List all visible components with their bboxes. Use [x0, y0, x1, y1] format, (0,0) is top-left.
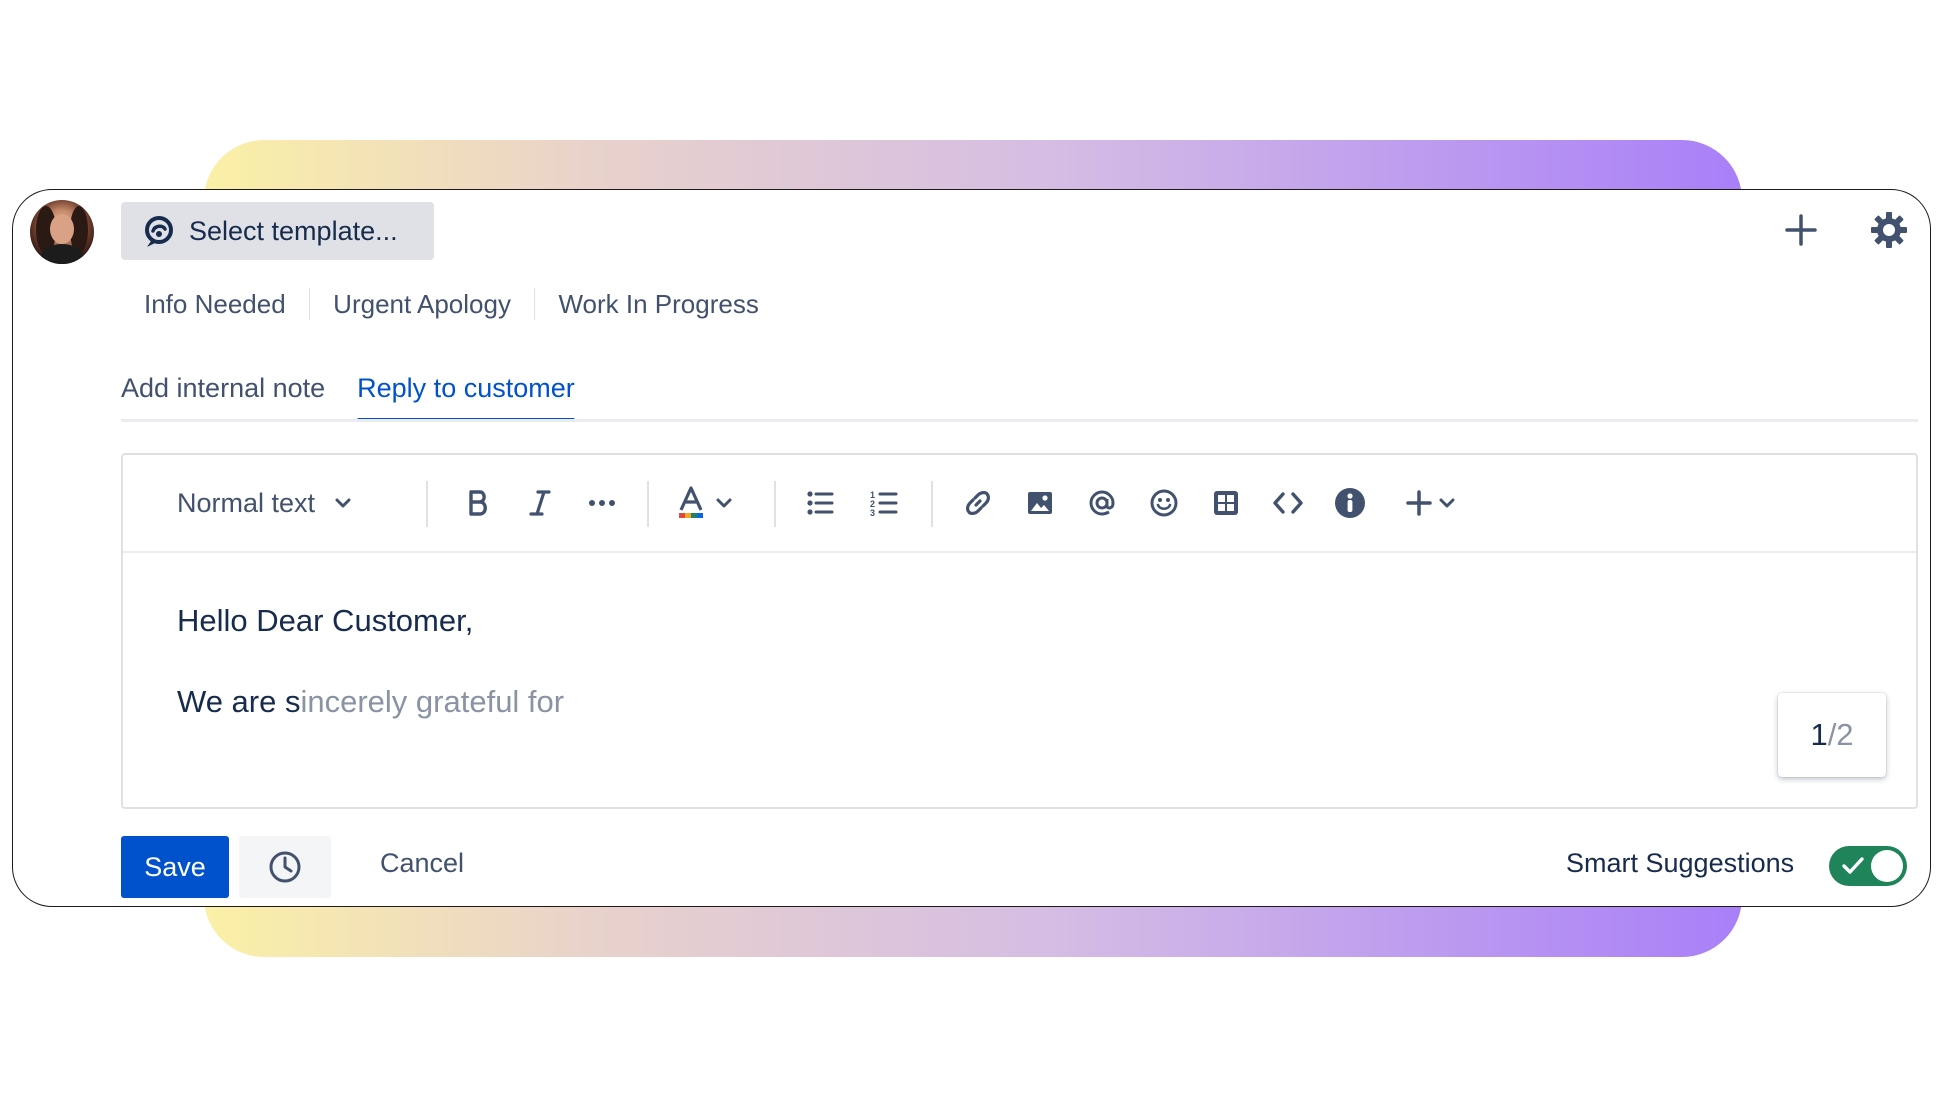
divider [647, 481, 649, 527]
smart-suggestions-label: Smart Suggestions [1566, 848, 1795, 878]
quick-template-urgent-apology[interactable]: Urgent Apology [310, 289, 534, 320]
text-style-label: Normal text [177, 487, 316, 518]
quick-templates: Info Needed Urgent Apology Work In Progr… [140, 288, 782, 320]
insert-icon[interactable] [1399, 483, 1463, 523]
plus-icon[interactable] [1781, 210, 1821, 250]
text-style-dropdown[interactable]: Normal text [177, 483, 355, 523]
select-template-label: Select template... [189, 215, 398, 246]
image-icon[interactable] [1019, 483, 1061, 523]
editor-line: Hello Dear Customer, [177, 603, 474, 638]
quick-template-work-in-progress[interactable]: Work In Progress [535, 289, 781, 320]
table-icon[interactable] [1205, 483, 1247, 523]
smart-suggestions-toggle[interactable] [1829, 846, 1907, 886]
divider [774, 481, 776, 527]
gear-icon[interactable] [1869, 210, 1909, 250]
schedule-button[interactable] [239, 836, 331, 898]
link-icon[interactable] [957, 483, 999, 523]
mention-icon[interactable] [1081, 483, 1123, 523]
tab-reply-to-customer[interactable]: Reply to customer [357, 370, 575, 422]
info-icon[interactable] [1329, 483, 1371, 523]
editor-content[interactable]: Hello Dear Customer, We are sincerely gr… [177, 601, 564, 722]
bullet-list-icon[interactable] [799, 483, 841, 523]
editor-toolbar: Normal text 123 [123, 455, 1916, 553]
editor-line: We are sincerely grateful for [177, 682, 564, 722]
save-button[interactable]: Save [121, 836, 229, 898]
chevron-down-icon [716, 498, 732, 508]
check-icon [1842, 857, 1864, 874]
text-color-icon[interactable] [673, 483, 737, 523]
suggestion-index: 1 [1810, 717, 1828, 752]
numbered-list-icon[interactable]: 123 [863, 483, 905, 523]
cancel-button[interactable]: Cancel [380, 848, 464, 879]
toggle-knob [1871, 850, 1903, 882]
typed-text: We are s [177, 684, 301, 719]
clock-icon [269, 851, 301, 883]
suggestion-text[interactable]: incerely grateful for [300, 684, 564, 719]
chevron-down-icon [335, 498, 351, 508]
suggestion-counter[interactable]: 1/2 [1778, 693, 1886, 777]
avatar [30, 200, 94, 264]
tabs-divider [121, 419, 1918, 422]
bold-icon[interactable] [457, 483, 499, 523]
suggestion-total: /2 [1827, 717, 1854, 752]
italic-icon[interactable] [519, 483, 561, 523]
divider [931, 481, 933, 527]
select-template-button[interactable]: Select template... [121, 202, 434, 260]
reply-tabs: Add internal note Reply to customer [121, 370, 607, 422]
emoji-icon[interactable] [1143, 483, 1185, 523]
chevron-down-icon [1439, 498, 1455, 508]
tab-add-internal-note[interactable]: Add internal note [121, 370, 325, 422]
template-logo-icon [145, 216, 173, 247]
quick-template-info-needed[interactable]: Info Needed [140, 289, 309, 320]
rich-text-editor[interactable]: Normal text 123 Hello Dear Customer, We … [121, 453, 1918, 809]
svg-text:3: 3 [870, 508, 875, 517]
divider [426, 481, 428, 527]
more-icon[interactable] [581, 483, 623, 523]
code-icon[interactable] [1267, 483, 1309, 523]
